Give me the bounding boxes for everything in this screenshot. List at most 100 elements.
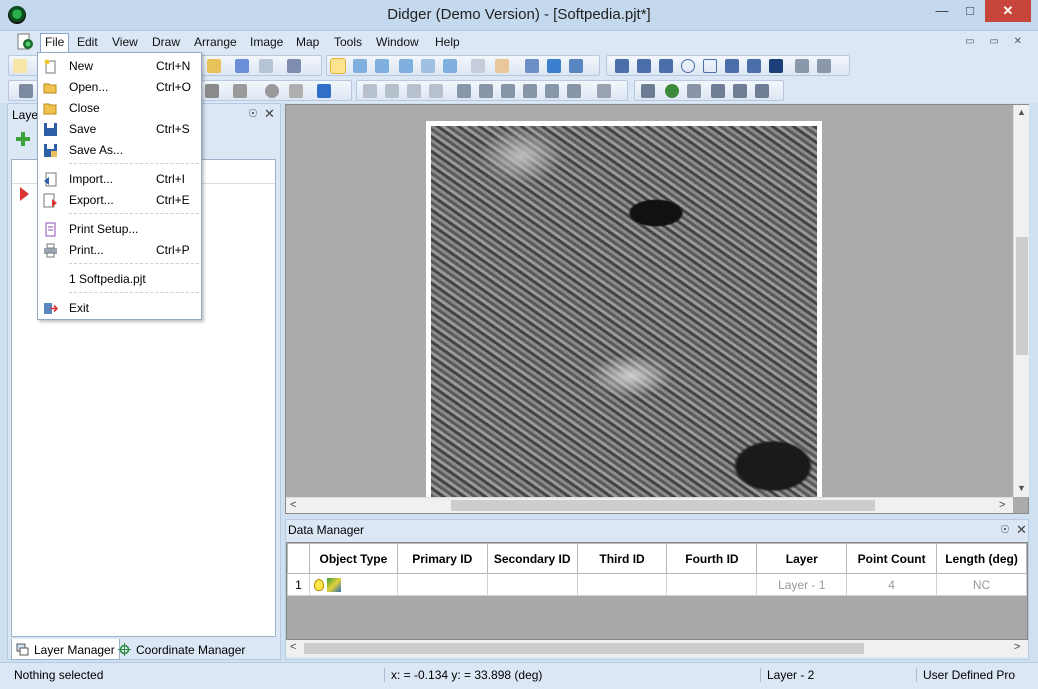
dm-scroll-left-icon[interactable]: <	[290, 641, 296, 653]
column-header[interactable]: Point Count	[846, 543, 938, 574]
maximize-button[interactable]: □	[955, 0, 985, 22]
symbol-icon[interactable]	[817, 59, 831, 73]
vertical-scroll-thumb[interactable]	[1016, 237, 1028, 355]
mesh-icon[interactable]	[289, 84, 303, 98]
zoom-rect-icon[interactable]	[399, 59, 413, 73]
new-icon[interactable]	[13, 59, 27, 73]
align-top-icon[interactable]	[523, 84, 537, 98]
layer-cell[interactable]: Layer - 1	[756, 573, 848, 596]
warp-icon[interactable]	[205, 84, 219, 98]
ellipse-icon[interactable]	[681, 59, 695, 73]
map-document-view[interactable]: ▲ ▼ < >	[285, 104, 1029, 514]
table-row[interactable]: 1 Layer - 1 4 NC	[287, 573, 1027, 596]
menu-item-save[interactable]: Save Ctrl+S	[38, 119, 201, 139]
align-center-icon[interactable]	[501, 84, 515, 98]
erase-icon[interactable]	[687, 84, 701, 98]
dm-scroll-thumb[interactable]	[304, 643, 864, 654]
undo-icon[interactable]	[235, 59, 249, 73]
curve-icon[interactable]	[747, 59, 761, 73]
satellite-image[interactable]	[431, 126, 817, 497]
tab-coordinate-manager[interactable]: Coordinate Manager	[114, 639, 249, 660]
redo-icon[interactable]	[259, 59, 273, 73]
mdi-window-buttons[interactable]: ▭ ▭ ✕	[965, 36, 1028, 47]
visibility-bulb-icon[interactable]	[313, 578, 324, 591]
menu-item-exit[interactable]: Exit	[38, 298, 201, 318]
close-window-button[interactable]: ✕	[985, 0, 1031, 22]
globe-icon[interactable]	[547, 59, 561, 73]
to-back-icon[interactable]	[385, 84, 399, 98]
spline-icon[interactable]	[725, 59, 739, 73]
frame-icon[interactable]	[525, 59, 539, 73]
scroll-up-icon[interactable]: ▲	[1017, 107, 1026, 117]
primary-id-cell[interactable]	[396, 573, 488, 596]
find-icon[interactable]	[471, 59, 485, 73]
menu-file[interactable]: File	[40, 33, 70, 54]
dm-pin-icon[interactable]: ☉	[1000, 523, 1010, 536]
zoom-in-icon[interactable]	[353, 59, 367, 73]
menu-item-print-setup[interactable]: Print Setup...	[38, 219, 201, 239]
data-grid[interactable]: Object Type Primary ID Secondary ID Thir…	[286, 542, 1028, 640]
data-manager-scrollbar[interactable]: < >	[286, 640, 1028, 657]
length-cell[interactable]: NC	[936, 573, 1027, 596]
fourth-id-cell[interactable]	[666, 573, 758, 596]
forward-icon[interactable]	[407, 84, 421, 98]
join-icon[interactable]	[733, 84, 747, 98]
vertical-scrollbar[interactable]: ▲ ▼	[1013, 105, 1029, 497]
menu-view[interactable]: View	[108, 34, 142, 50]
menu-item-open[interactable]: Open... Ctrl+O	[38, 77, 201, 97]
menu-item-save-as[interactable]: Save As...	[38, 140, 201, 160]
menu-map[interactable]: Map	[292, 34, 323, 50]
add-layer-icon[interactable]	[16, 132, 30, 146]
point-count-cell[interactable]: 4	[846, 573, 938, 596]
calibrate-icon[interactable]	[233, 84, 247, 98]
column-header[interactable]: Object Type	[308, 543, 398, 574]
dm-close-icon[interactable]: ✕	[1016, 522, 1027, 538]
menu-item-new[interactable]: New Ctrl+N	[38, 56, 201, 76]
layers-icon[interactable]	[755, 84, 769, 98]
zoom-out-icon[interactable]	[375, 59, 389, 73]
menu-edit[interactable]: Edit	[73, 34, 102, 50]
polygon-icon[interactable]	[659, 59, 673, 73]
zoom-page-icon[interactable]	[443, 59, 457, 73]
rotate-icon[interactable]	[597, 84, 611, 98]
menu-tools[interactable]: Tools	[330, 34, 366, 50]
menu-item-print[interactable]: Print... Ctrl+P	[38, 240, 201, 260]
document-icon[interactable]	[16, 33, 34, 51]
menu-item-close[interactable]: Close	[38, 98, 201, 118]
close-panel-icon[interactable]: ✕	[264, 106, 275, 122]
digitize-icon[interactable]	[19, 84, 33, 98]
rectangle-icon[interactable]	[703, 59, 717, 73]
paste-icon[interactable]	[207, 59, 221, 73]
menu-help[interactable]: Help	[431, 34, 464, 50]
points-icon[interactable]	[615, 59, 629, 73]
scroll-down-icon[interactable]: ▼	[1017, 483, 1026, 493]
column-header[interactable]: Third ID	[576, 543, 668, 574]
menu-item-export[interactable]: Export... Ctrl+E	[38, 190, 201, 210]
align-left-icon[interactable]	[457, 84, 471, 98]
align-middle-icon[interactable]	[567, 84, 581, 98]
zoom-fit-icon[interactable]	[421, 59, 435, 73]
object-type-cell[interactable]	[308, 573, 398, 596]
secondary-id-cell[interactable]	[486, 573, 578, 596]
scroll-left-icon[interactable]: <	[290, 499, 296, 511]
align-bottom-icon[interactable]	[545, 84, 559, 98]
horizontal-scrollbar[interactable]: < >	[286, 497, 1013, 513]
help-icon[interactable]	[287, 59, 301, 73]
menu-item-recent-file[interactable]: 1 Softpedia.pjt	[38, 269, 201, 289]
polyline-icon[interactable]	[637, 59, 651, 73]
grid-icon[interactable]	[569, 59, 583, 73]
trace-icon[interactable]	[317, 84, 331, 98]
move-icon[interactable]	[641, 84, 655, 98]
dm-scroll-right-icon[interactable]: >	[1014, 641, 1020, 653]
sphere-icon[interactable]	[265, 84, 279, 98]
column-header[interactable]: Fourth ID	[666, 543, 758, 574]
horizontal-scroll-thumb[interactable]	[451, 500, 875, 511]
minimize-button[interactable]: —	[927, 0, 957, 22]
backward-icon[interactable]	[429, 84, 443, 98]
align-right-icon[interactable]	[479, 84, 493, 98]
menu-arrange[interactable]: Arrange	[190, 34, 241, 50]
home-icon[interactable]	[795, 59, 809, 73]
column-header[interactable]: Secondary ID	[486, 543, 578, 574]
to-front-icon[interactable]	[363, 84, 377, 98]
pan-hand-icon[interactable]	[495, 59, 509, 73]
